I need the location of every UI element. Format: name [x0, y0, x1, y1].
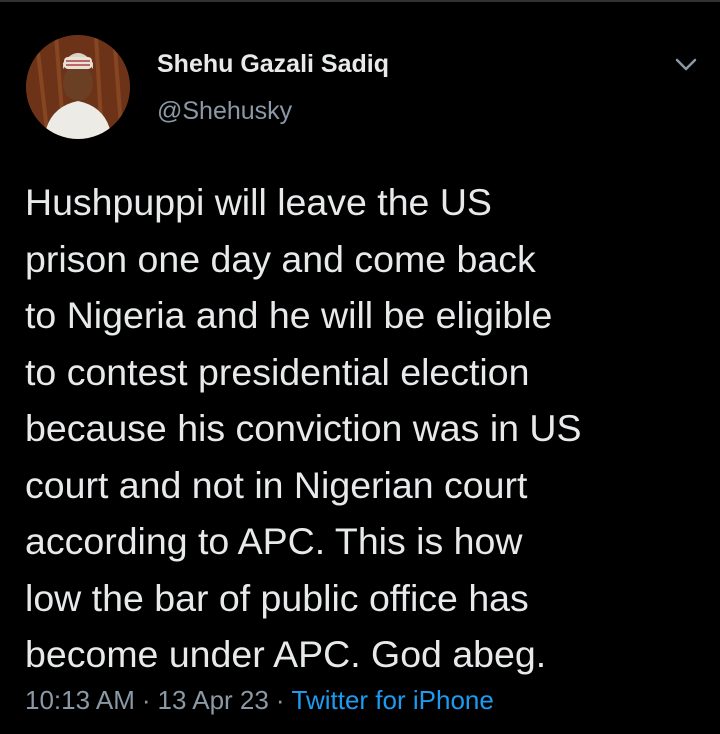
- author-handle[interactable]: @Shehusky: [157, 97, 292, 126]
- tweet-time[interactable]: 10:13 AM: [25, 685, 135, 715]
- tweet-date[interactable]: 13 Apr 23: [158, 685, 269, 715]
- avatar[interactable]: [26, 35, 130, 139]
- tweet-meta: 10:13 AM · 13 Apr 23 · Twitter for iPhone: [25, 685, 494, 716]
- tweet-text: Hushpuppi will leave the US prison one d…: [25, 181, 582, 675]
- author-display-name[interactable]: Shehu Gazali Sadiq: [157, 50, 389, 79]
- meta-separator: ·: [141, 685, 151, 715]
- top-divider: [0, 0, 720, 2]
- meta-separator: ·: [275, 685, 285, 715]
- chevron-down-icon[interactable]: [672, 52, 700, 76]
- tweet-source-link[interactable]: Twitter for iPhone: [292, 685, 494, 715]
